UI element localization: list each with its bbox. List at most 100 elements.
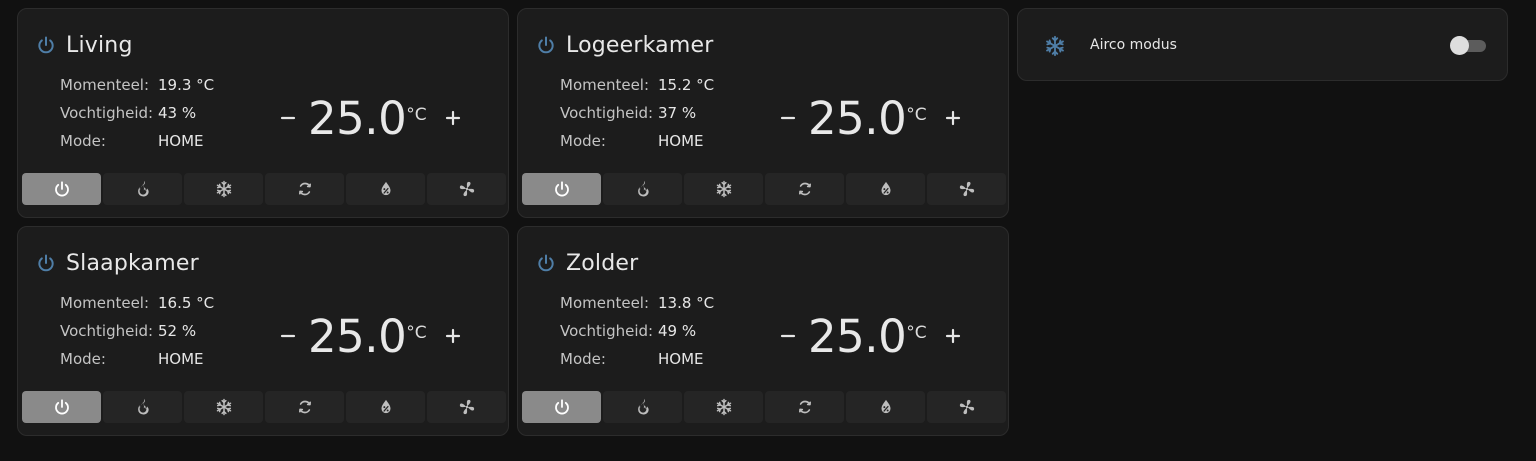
increase-button[interactable] bbox=[441, 106, 465, 130]
hvac-mode-flame-button[interactable] bbox=[603, 391, 682, 423]
thermostat-name: Zolder bbox=[566, 250, 639, 276]
water-percent-icon bbox=[877, 398, 895, 416]
hvac-mode-fan-button[interactable] bbox=[927, 391, 1006, 423]
current-temp-row: Momenteel: 19.3 °C bbox=[60, 71, 214, 99]
hvac-mode-fan-button[interactable] bbox=[427, 173, 506, 205]
setpoint-control: 25.0 °C bbox=[776, 305, 965, 367]
humidity-row: Vochtigheid: 49 % bbox=[560, 317, 714, 345]
humidity-label: Vochtigheid: bbox=[60, 104, 154, 122]
hvac-mode-autorenew-button[interactable] bbox=[765, 391, 844, 423]
hvac-mode-water-percent-button[interactable] bbox=[346, 173, 425, 205]
power-icon bbox=[53, 398, 71, 416]
humidity-row: Vochtigheid: 37 % bbox=[560, 99, 714, 127]
increase-button[interactable] bbox=[441, 324, 465, 348]
snowflake-icon bbox=[715, 398, 733, 416]
fan-icon bbox=[958, 398, 976, 416]
decrease-button[interactable] bbox=[776, 324, 800, 348]
increase-button[interactable] bbox=[941, 106, 965, 130]
setpoint-unit: °C bbox=[406, 323, 427, 343]
humidity-row: Vochtigheid: 43 % bbox=[60, 99, 214, 127]
current-temp-value: 16.5 °C bbox=[158, 294, 215, 312]
mode-value: HOME bbox=[158, 132, 204, 150]
power-icon[interactable] bbox=[36, 35, 56, 55]
increase-button[interactable] bbox=[941, 324, 965, 348]
hvac-mode-snowflake-button[interactable] bbox=[684, 173, 763, 205]
autorenew-icon bbox=[296, 398, 314, 416]
hvac-mode-fan-button[interactable] bbox=[927, 173, 1006, 205]
decrease-button[interactable] bbox=[776, 106, 800, 130]
card-header: Zolder bbox=[536, 249, 638, 277]
humidity-value: 49 % bbox=[658, 322, 697, 340]
mode-row: Mode: HOME bbox=[560, 127, 714, 155]
hvac-mode-power-button[interactable] bbox=[22, 173, 101, 205]
airco-switch[interactable] bbox=[1450, 36, 1488, 55]
current-temp-row: Momenteel: 13.8 °C bbox=[560, 289, 714, 317]
flame-icon bbox=[634, 398, 652, 416]
hvac-mode-autorenew-button[interactable] bbox=[765, 173, 844, 205]
snowflake-icon bbox=[215, 180, 233, 198]
snowflake-icon bbox=[215, 398, 233, 416]
hvac-mode-water-percent-button[interactable] bbox=[346, 391, 425, 423]
hvac-mode-power-button[interactable] bbox=[522, 391, 601, 423]
humidity-label: Vochtigheid: bbox=[60, 322, 154, 340]
mode-row: Mode: HOME bbox=[560, 345, 714, 373]
hvac-mode-fan-button[interactable] bbox=[427, 391, 506, 423]
power-icon bbox=[553, 398, 571, 416]
humidity-value: 37 % bbox=[658, 104, 697, 122]
mode-row: Mode: HOME bbox=[60, 345, 214, 373]
thermostat-card-zolder: Zolder Momenteel: 13.8 °C Vochtigheid: 4… bbox=[517, 226, 1009, 436]
water-percent-icon bbox=[377, 398, 395, 416]
hvac-mode-water-percent-button[interactable] bbox=[846, 173, 925, 205]
hvac-mode-power-button[interactable] bbox=[522, 173, 601, 205]
setpoint-value: 25.0 bbox=[808, 309, 907, 363]
current-temp-row: Momenteel: 16.5 °C bbox=[60, 289, 214, 317]
hvac-mode-power-button[interactable] bbox=[22, 391, 101, 423]
hvac-mode-bar bbox=[22, 173, 508, 205]
hvac-mode-snowflake-button[interactable] bbox=[684, 391, 763, 423]
thermostat-card-slaapkamer: Slaapkamer Momenteel: 16.5 °C Vochtighei… bbox=[17, 226, 509, 436]
fan-icon bbox=[958, 180, 976, 198]
current-temp-value: 15.2 °C bbox=[658, 76, 715, 94]
hvac-mode-flame-button[interactable] bbox=[103, 173, 182, 205]
current-temp-label: Momenteel: bbox=[560, 76, 650, 94]
power-icon[interactable] bbox=[536, 35, 556, 55]
humidity-label: Vochtigheid: bbox=[560, 322, 654, 340]
decrease-button[interactable] bbox=[276, 324, 300, 348]
hvac-mode-water-percent-button[interactable] bbox=[846, 391, 925, 423]
decrease-button[interactable] bbox=[276, 106, 300, 130]
power-icon[interactable] bbox=[36, 253, 56, 273]
hvac-mode-snowflake-button[interactable] bbox=[184, 391, 263, 423]
setpoint-unit: °C bbox=[906, 105, 927, 125]
thermostat-card-living: Living Momenteel: 19.3 °C Vochtigheid: 4… bbox=[17, 8, 509, 218]
setpoint-control: 25.0 °C bbox=[776, 87, 965, 149]
hvac-mode-autorenew-button[interactable] bbox=[265, 391, 344, 423]
autorenew-icon bbox=[796, 180, 814, 198]
mode-label: Mode: bbox=[60, 350, 106, 368]
hvac-mode-bar bbox=[22, 391, 508, 423]
sensor-info: Momenteel: 13.8 °C Vochtigheid: 49 % Mod… bbox=[560, 289, 714, 373]
thermostat-card-logeerkamer: Logeerkamer Momenteel: 15.2 °C Vochtighe… bbox=[517, 8, 1009, 218]
fan-icon bbox=[458, 398, 476, 416]
power-icon bbox=[53, 180, 71, 198]
power-icon bbox=[553, 180, 571, 198]
hvac-mode-bar bbox=[522, 173, 1008, 205]
humidity-row: Vochtigheid: 52 % bbox=[60, 317, 214, 345]
hvac-mode-flame-button[interactable] bbox=[103, 391, 182, 423]
current-temp-row: Momenteel: 15.2 °C bbox=[560, 71, 714, 99]
thermostat-name: Logeerkamer bbox=[566, 32, 714, 58]
sensor-info: Momenteel: 16.5 °C Vochtigheid: 52 % Mod… bbox=[60, 289, 214, 373]
card-header: Logeerkamer bbox=[536, 31, 713, 59]
humidity-value: 43 % bbox=[158, 104, 197, 122]
card-header: Slaapkamer bbox=[36, 249, 199, 277]
airco-toggle-card: Airco modus bbox=[1017, 8, 1508, 81]
hvac-mode-snowflake-button[interactable] bbox=[184, 173, 263, 205]
water-percent-icon bbox=[877, 180, 895, 198]
hvac-mode-autorenew-button[interactable] bbox=[265, 173, 344, 205]
power-icon[interactable] bbox=[536, 253, 556, 273]
hvac-mode-bar bbox=[522, 391, 1008, 423]
hvac-mode-flame-button[interactable] bbox=[603, 173, 682, 205]
mode-label: Mode: bbox=[560, 350, 606, 368]
mode-value: HOME bbox=[158, 350, 204, 368]
mode-label: Mode: bbox=[560, 132, 606, 150]
humidity-label: Vochtigheid: bbox=[560, 104, 654, 122]
